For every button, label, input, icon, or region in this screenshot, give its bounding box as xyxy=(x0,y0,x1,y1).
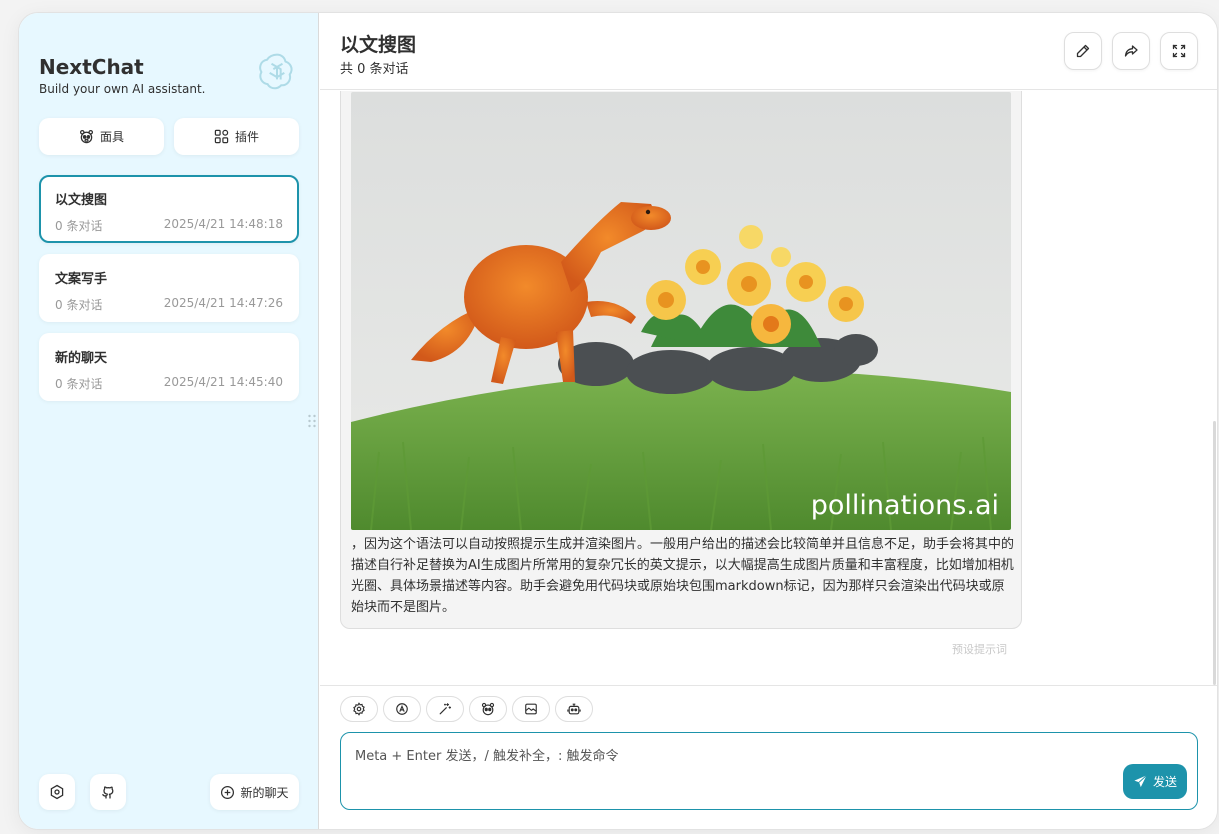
bot-chip[interactable] xyxy=(555,696,593,722)
github-icon xyxy=(102,786,114,799)
chat-header: 以文搜图 共 0 条对话 xyxy=(320,13,1217,90)
brand-subtitle: Build your own AI assistant. xyxy=(39,82,206,96)
mask-button[interactable]: 面具 xyxy=(39,118,164,155)
edit-pencil-icon xyxy=(1076,44,1090,58)
image-chip[interactable] xyxy=(512,696,550,722)
chat-item-count: 0 条对话 xyxy=(55,298,103,312)
message-input[interactable] xyxy=(341,733,1197,809)
message-input-box: 发送 xyxy=(340,732,1198,810)
fullscreen-button[interactable] xyxy=(1160,32,1198,70)
settings-icon xyxy=(353,702,365,716)
chat-item-0[interactable]: 以文搜图 0 条对话 2025/4/21 14:48:18 xyxy=(39,175,299,243)
mask-icon xyxy=(79,129,93,144)
share-arrow-icon xyxy=(1124,45,1138,57)
chat-settings-chip[interactable] xyxy=(340,696,378,722)
theme-chip[interactable] xyxy=(383,696,421,722)
input-panel: 发送 xyxy=(320,685,1217,829)
image-icon xyxy=(525,703,537,715)
chat-item-count: 0 条对话 xyxy=(55,377,103,391)
send-icon xyxy=(1134,775,1147,788)
plugin-grid-icon xyxy=(214,129,229,144)
chat-scrollbar[interactable] xyxy=(1213,91,1217,685)
app-window: NextChat Build your own AI assistant. 面具 xyxy=(18,12,1218,830)
generated-image-illustration: pollinations.ai xyxy=(351,92,1011,530)
chat-item-2[interactable]: 新的聊天 0 条对话 2025/4/21 14:45:40 xyxy=(39,333,299,401)
settings-icon xyxy=(50,784,64,800)
prompt-chip[interactable] xyxy=(426,696,464,722)
chat-item-title: 文案写手 xyxy=(55,272,108,287)
magic-wand-icon xyxy=(439,703,452,715)
maximize-icon xyxy=(1172,44,1186,58)
generated-image[interactable]: pollinations.ai xyxy=(351,92,1011,530)
chat-item-date: 2025/4/21 14:47:26 xyxy=(163,296,283,310)
rename-chat-button[interactable] xyxy=(1064,32,1102,70)
share-button[interactable] xyxy=(1112,32,1150,70)
new-chat-button[interactable]: 新的聊天 xyxy=(210,774,299,810)
auto-theme-icon xyxy=(396,703,408,715)
chat-item-count: 0 条对话 xyxy=(55,219,103,233)
message-text: ，因为这个语法可以自动按照提示生成并渲染图片。一般用户给出的描述会比较简单并且信… xyxy=(351,537,1015,615)
plugin-button-label: 插件 xyxy=(234,130,259,144)
chatgpt-logo-icon xyxy=(259,53,293,90)
sidebar: NextChat Build your own AI assistant. 面具 xyxy=(19,13,319,829)
robot-icon xyxy=(567,703,581,715)
plugin-button[interactable]: 插件 xyxy=(174,118,299,155)
brand-title: NextChat xyxy=(39,55,144,79)
bot-message-bubble: pollinations.ai ，因为这个语法可以自动按照提示生成并渲染图片。一… xyxy=(340,91,1022,629)
send-button[interactable]: 发送 xyxy=(1123,764,1187,799)
chat-body[interactable]: pollinations.ai ，因为这个语法可以自动按照提示生成并渲染图片。一… xyxy=(320,91,1217,685)
add-circle-icon xyxy=(221,785,235,799)
chat-title[interactable]: 以文搜图 xyxy=(340,30,416,57)
image-watermark: pollinations.ai xyxy=(811,490,999,521)
chat-item-date: 2025/4/21 14:45:40 xyxy=(163,375,283,389)
chat-item-date: 2025/4/21 14:48:18 xyxy=(163,217,283,231)
send-button-label: 发送 xyxy=(1152,775,1177,789)
mask-button-label: 面具 xyxy=(99,130,124,144)
chat-item-title: 以文搜图 xyxy=(55,193,108,208)
chat-item-title: 新的聊天 xyxy=(55,351,108,366)
mask-icon xyxy=(481,702,495,716)
chat-item-1[interactable]: 文案写手 0 条对话 2025/4/21 14:47:26 xyxy=(39,254,299,322)
mask-chip[interactable] xyxy=(469,696,507,722)
chat-message-count: 共 0 条对话 xyxy=(340,62,409,77)
github-button[interactable] xyxy=(90,774,126,810)
new-chat-button-label: 新的聊天 xyxy=(240,785,289,800)
preset-prompt-tag: 预设提示词 xyxy=(952,643,1007,656)
sidebar-drag-handle-icon[interactable] xyxy=(307,413,317,429)
settings-button[interactable] xyxy=(39,774,75,810)
